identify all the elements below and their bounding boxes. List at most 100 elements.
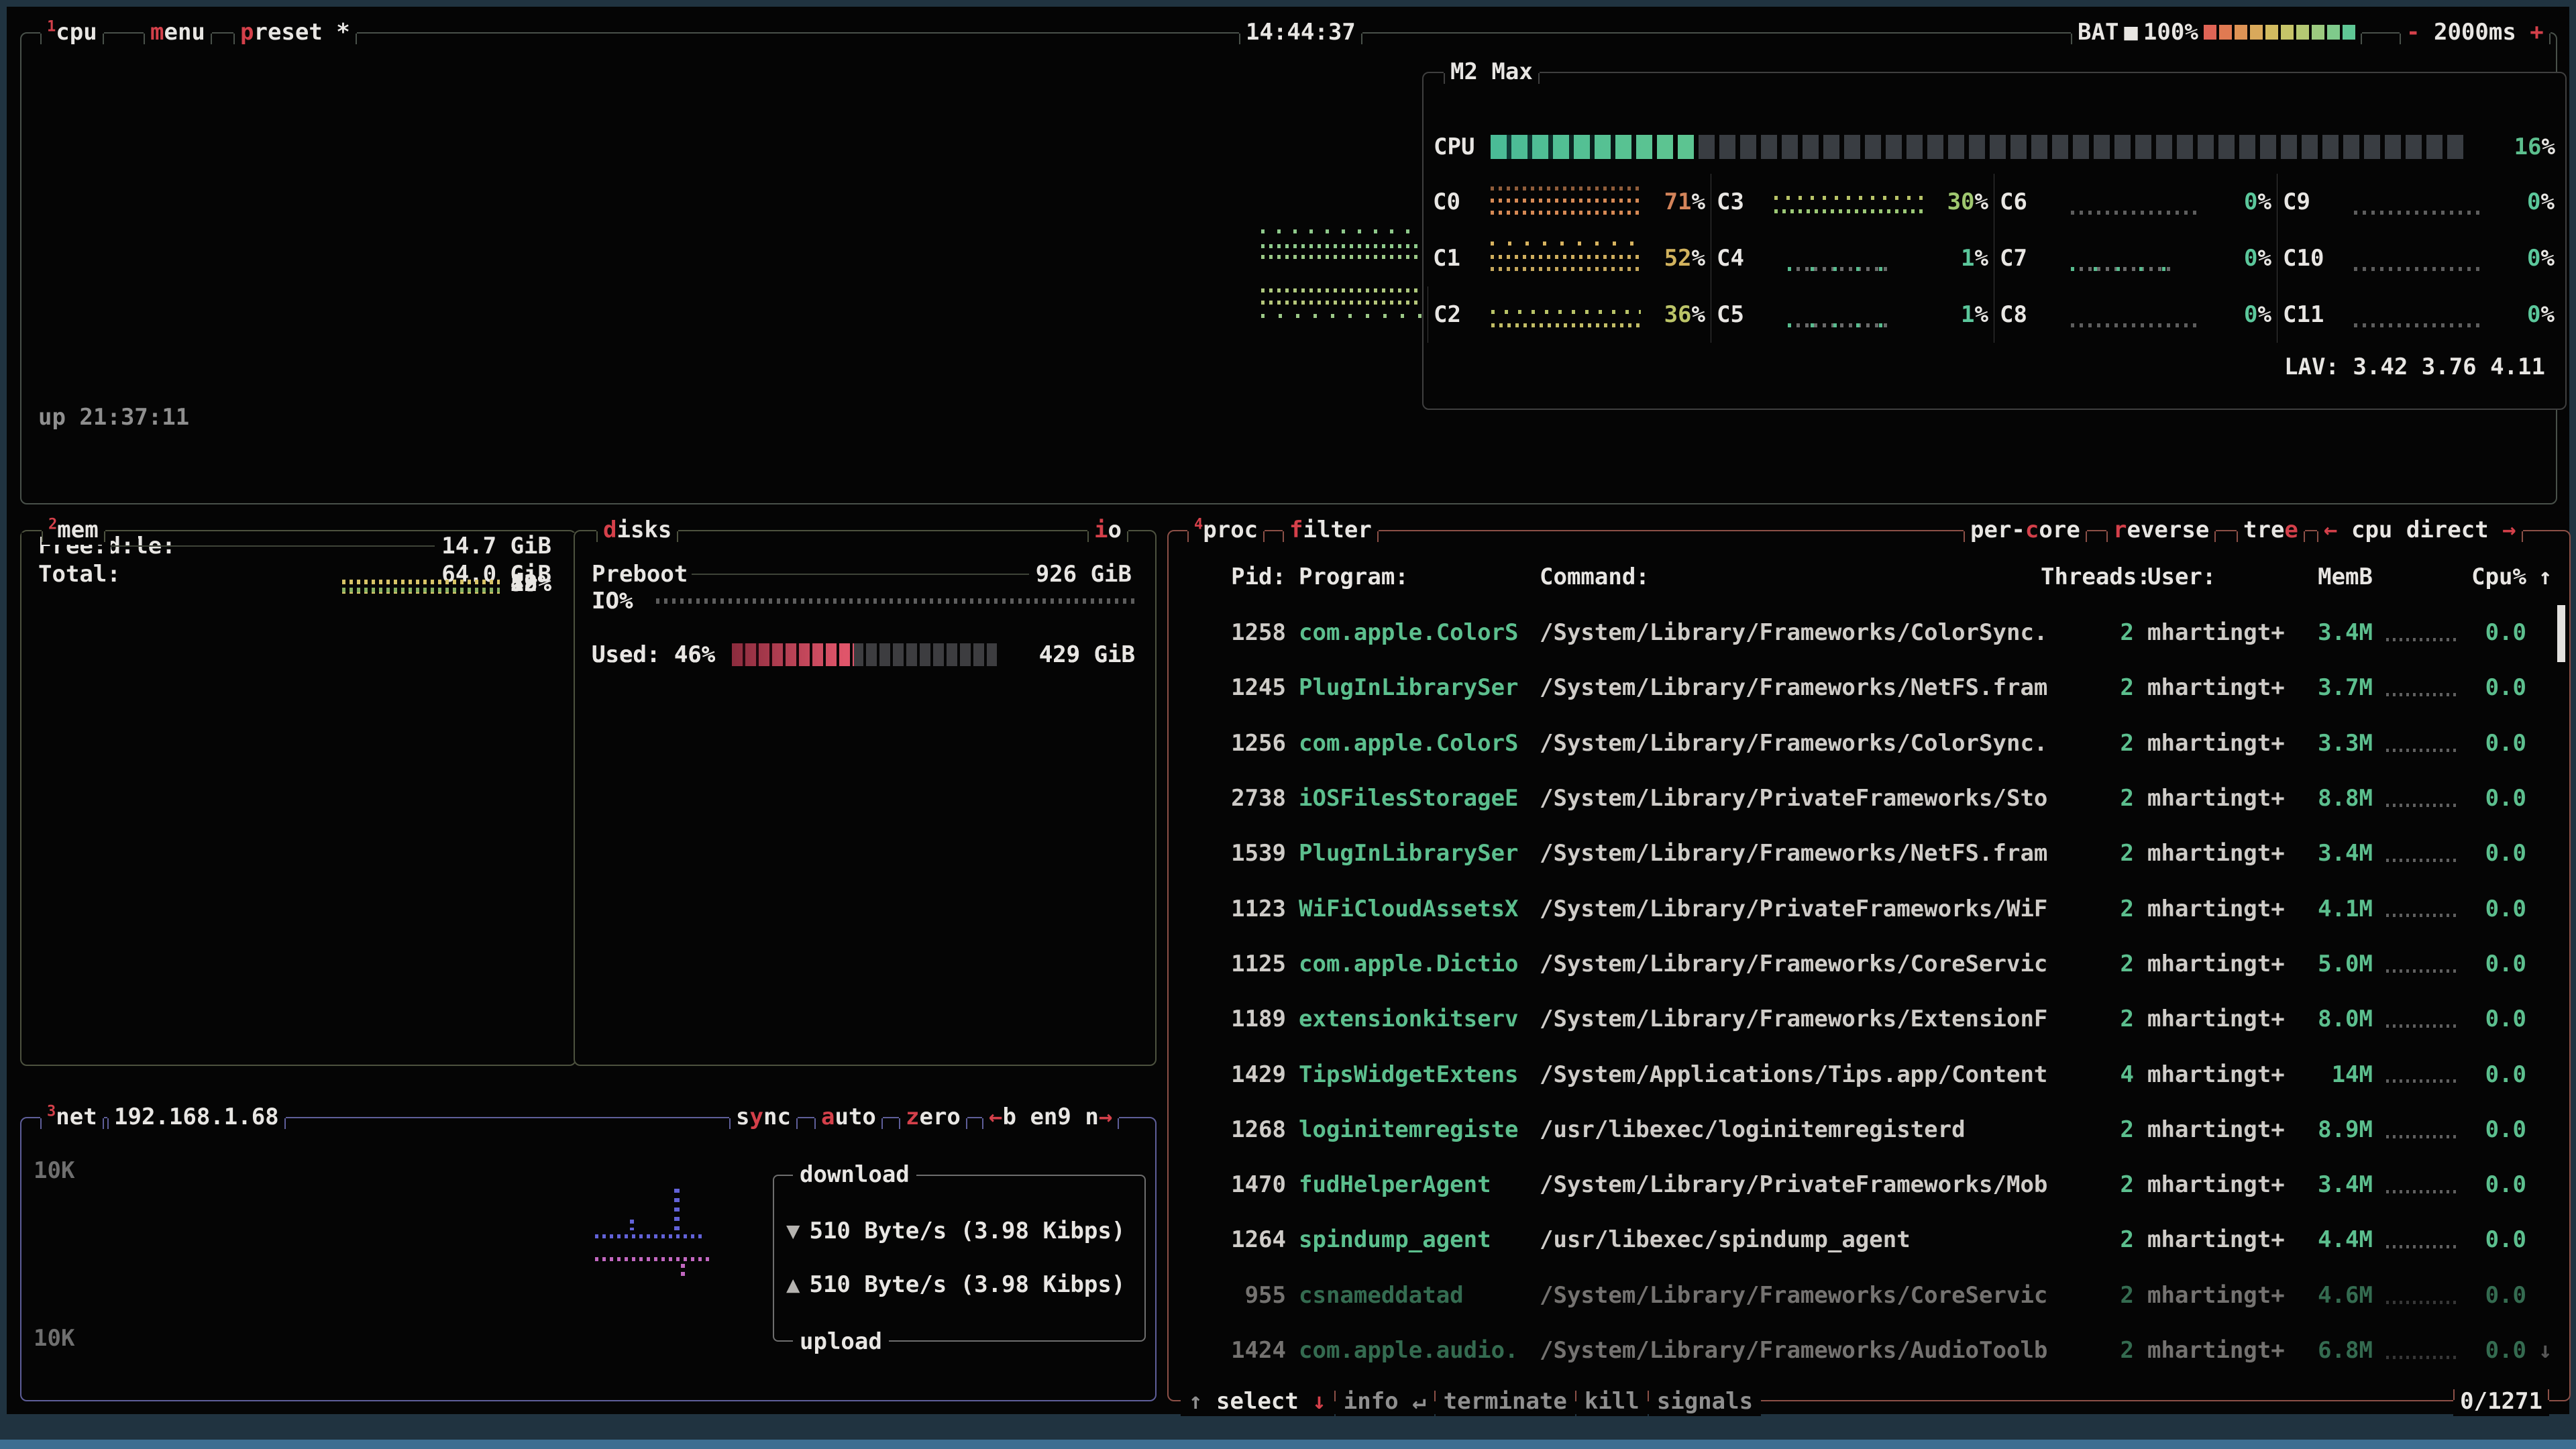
process-mem-graph xyxy=(2386,894,2457,923)
sort-prev-icon[interactable]: ← xyxy=(2324,517,2337,543)
col-threads[interactable]: Threads: xyxy=(2041,564,2134,590)
core-usage-graph xyxy=(1774,294,1924,335)
core-percent: 0% xyxy=(2207,245,2271,272)
per-core-toggle[interactable]: per-core xyxy=(1964,515,2087,545)
disk-size: 926 GiB xyxy=(1029,561,1155,588)
process-threads: 2 xyxy=(2041,730,2134,757)
terminate-button[interactable]: terminate xyxy=(1436,1387,1575,1416)
process-row[interactable]: 1268 loginitemregiste /usr/libexec/login… xyxy=(1169,1102,2569,1157)
process-mem-graph xyxy=(2386,1336,2457,1365)
preset-button[interactable]: preset * xyxy=(233,17,357,47)
process-pid: 1189 xyxy=(1182,1006,1286,1032)
process-mem: 8.8M xyxy=(2269,785,2373,812)
col-cpu[interactable]: Cpu% xyxy=(2457,564,2526,590)
net-zero-button[interactable]: zero xyxy=(899,1102,967,1132)
col-program[interactable]: Program: xyxy=(1299,564,1540,590)
core-grid: C0 71% C1 52% C2 36% xyxy=(1428,174,2560,343)
filter-button[interactable]: filter xyxy=(1283,515,1379,545)
tree-toggle[interactable]: tree xyxy=(2237,515,2305,545)
mem-row: Free: 14.7 GiB 23% xyxy=(21,531,575,640)
col-mem[interactable]: MemB xyxy=(2269,564,2373,590)
process-row[interactable]: 1258 com.apple.ColorS /System/Library/Fr… xyxy=(1169,605,2569,660)
process-row[interactable]: 1424 com.apple.audio. /System/Library/Fr… xyxy=(1169,1323,2569,1378)
disk-used-value: 429 GiB xyxy=(1039,641,1135,668)
process-row[interactable]: 1245 PlugInLibrarySer /System/Library/Fr… xyxy=(1169,660,2569,715)
tab-mem[interactable]: 2mem xyxy=(42,515,105,545)
info-button[interactable]: info ↵ xyxy=(1336,1387,1434,1416)
process-cpu: 0.0 xyxy=(2457,1337,2526,1364)
process-threads: 2 xyxy=(2041,674,2134,701)
process-row[interactable]: 1125 com.apple.Dictio /System/Library/Fr… xyxy=(1169,936,2569,991)
process-command: /System/Library/PrivateFrameworks/Mob xyxy=(1540,1171,2090,1198)
process-mem: 4.6M xyxy=(2269,1282,2373,1309)
disk-io-row: IO% xyxy=(592,586,1135,616)
sort-next-icon[interactable]: → xyxy=(2502,517,2516,543)
select-control[interactable]: ↑ select ↓ xyxy=(1181,1387,1334,1416)
process-threads: 2 xyxy=(2041,1171,2134,1198)
tab-io[interactable]: io xyxy=(1087,515,1128,545)
process-cpu: 0.0 xyxy=(2457,674,2526,701)
sort-direction-icon: ↑ xyxy=(2538,564,2565,590)
core-name: C7 xyxy=(2000,245,2057,272)
process-program: WiFiCloudAssetsX xyxy=(1299,896,1540,922)
process-mem-graph xyxy=(2386,1059,2457,1089)
kill-button[interactable]: kill xyxy=(1576,1387,1648,1416)
process-row[interactable]: 955 csnameddatad /System/Library/Framewo… xyxy=(1169,1268,2569,1323)
process-row[interactable]: 1429 TipsWidgetExtens /System/Applicatio… xyxy=(1169,1046,2569,1102)
core-usage-graph xyxy=(1491,237,1641,279)
core-row: C0 71% xyxy=(1428,174,1711,230)
core-percent: 36% xyxy=(1641,301,1705,328)
menu-button[interactable]: menu xyxy=(144,17,212,47)
upload-speed: ▲ 510 Byte/s (3.98 Kibps) xyxy=(786,1271,1125,1298)
tab-net[interactable]: 3net xyxy=(40,1102,104,1132)
prev-interface-icon[interactable]: ← xyxy=(989,1104,1002,1130)
core-usage-graph xyxy=(2057,294,2207,335)
next-interface-icon[interactable]: → xyxy=(1099,1104,1112,1130)
signals-button[interactable]: signals xyxy=(1649,1387,1761,1416)
process-row[interactable]: 1189 extensionkitserv /System/Library/Fr… xyxy=(1169,991,2569,1046)
core-name: C11 xyxy=(2283,301,2341,328)
process-pid: 2738 xyxy=(1182,785,1286,812)
process-program: loginitemregiste xyxy=(1299,1116,1540,1143)
process-pid: 1245 xyxy=(1182,674,1286,701)
process-mem-graph xyxy=(2386,618,2457,647)
process-row[interactable]: 1123 WiFiCloudAssetsX /System/Library/Pr… xyxy=(1169,881,2569,936)
net-interface-switcher[interactable]: ←b en9 n→ xyxy=(982,1102,1119,1132)
interface-name: en9 xyxy=(1030,1104,1071,1130)
process-table: 1258 com.apple.ColorS /System/Library/Fr… xyxy=(1169,605,2569,1378)
sort-selector[interactable]: ← cpu direct → xyxy=(2317,515,2523,545)
core-name: C2 xyxy=(1434,301,1491,328)
col-command[interactable]: Command: xyxy=(1540,564,2090,590)
tab-disks[interactable]: disks xyxy=(596,515,678,545)
process-row[interactable]: 1256 com.apple.ColorS /System/Library/Fr… xyxy=(1169,716,2569,771)
mem-row-meter xyxy=(342,576,500,596)
selection-count: 0/1271 xyxy=(2453,1387,2549,1416)
core-row: C5 1% xyxy=(1711,286,1994,343)
disk-entry: Preboot 926 GiB IO% Used: 46% 429 GiB xyxy=(575,531,1155,696)
interval-increase-button[interactable]: + xyxy=(2530,19,2543,46)
tab-cpu[interactable]: 1cpu xyxy=(40,17,104,47)
disk-used-meter xyxy=(732,643,997,666)
core-name: C1 xyxy=(1433,245,1491,272)
net-auto-button[interactable]: auto xyxy=(814,1102,883,1132)
net-sync-button[interactable]: sync xyxy=(729,1102,798,1132)
core-usage-graph xyxy=(2341,294,2490,335)
col-pid[interactable]: Pid: xyxy=(1182,564,1286,590)
core-usage-graph xyxy=(1774,237,1924,279)
process-mem: 5.0M xyxy=(2269,951,2373,977)
tab-proc[interactable]: 4proc xyxy=(1187,515,1265,545)
process-row[interactable]: 2738 iOSFilesStorageE /System/Library/Pr… xyxy=(1169,771,2569,826)
process-scrollbar[interactable] xyxy=(2557,605,2565,662)
process-row[interactable]: 1539 PlugInLibrarySer /System/Library/Fr… xyxy=(1169,826,2569,881)
btop-screen: 1cpu menu preset * 14:44:37 BAT■ 100% - … xyxy=(0,0,2576,1449)
upload-icon: ▲ xyxy=(786,1271,800,1298)
process-threads: 2 xyxy=(2041,840,2134,867)
process-cpu: 0.0 xyxy=(2457,1116,2526,1143)
process-row[interactable]: 1470 fudHelperAgent /System/Library/Priv… xyxy=(1169,1157,2569,1212)
reverse-toggle[interactable]: reverse xyxy=(2106,515,2216,545)
interval-decrease-button[interactable]: - xyxy=(2406,19,2420,46)
core-usage-graph xyxy=(2341,237,2490,279)
core-row: C8 0% xyxy=(1994,286,2277,343)
memory-panel: 2mem Total: 64.0 GiB Used: 26.8 GiB 42% xyxy=(20,530,576,1066)
process-row[interactable]: 1264 spindump_agent /usr/libexec/spindum… xyxy=(1169,1212,2569,1267)
